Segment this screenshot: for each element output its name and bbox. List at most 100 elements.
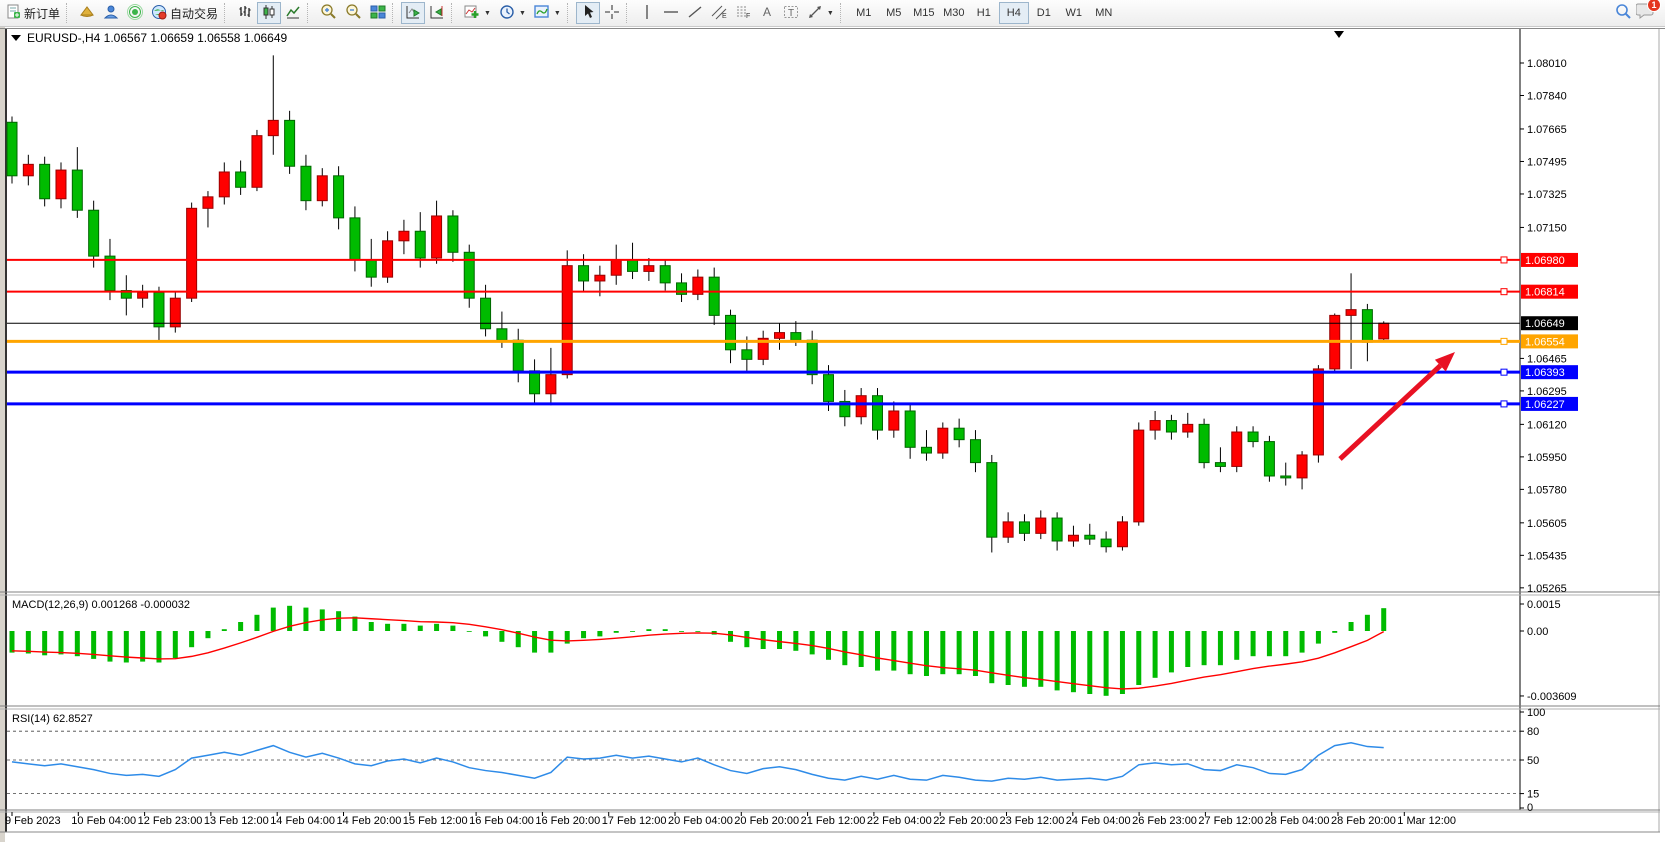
crosshair-button[interactable] [600,2,624,24]
candle-body [236,172,246,187]
timeframe-d1[interactable]: D1 [1029,2,1059,24]
macd-bar [1251,631,1256,656]
toolbar-separator [307,3,312,23]
new-order-button[interactable]: 新订单 [2,2,64,24]
text-label-button[interactable]: T [779,2,803,24]
timeframe-mn[interactable]: MN [1089,2,1119,24]
timeframe-w1[interactable]: W1 [1059,2,1089,24]
auto-scroll-button[interactable] [401,2,425,24]
macd-bar [744,631,749,647]
search-button[interactable] [1611,2,1636,24]
candle-body [954,428,964,439]
chart-shift-button[interactable] [425,2,449,24]
fibonacci-button[interactable]: F [731,2,755,24]
time-label: 12 Feb 23:00 [138,815,203,827]
macd-bar [1006,631,1011,685]
notifications-button[interactable]: 1 [1636,2,1655,24]
alerts-button[interactable] [123,2,147,24]
price-badge-label: 1.06227 [1525,399,1565,411]
candle-body [856,396,866,417]
line-chart-button[interactable] [281,2,305,24]
candle-body [1232,432,1242,466]
horizontal-line-button[interactable] [659,2,683,24]
candle-body [938,428,948,453]
line-handle[interactable] [1501,257,1507,263]
timeframe-m30[interactable]: M30 [939,2,969,24]
equidistant-channel-button[interactable]: E [707,2,731,24]
profiles-button[interactable] [75,2,99,24]
svg-text:A: A [763,5,771,19]
community-button[interactable] [99,2,123,24]
macd-bar [581,631,586,638]
timeframe-h4[interactable]: H4 [999,2,1029,24]
rsi-label: RSI(14) 62.8527 [12,713,93,725]
templates-button[interactable]: ▼ [530,2,565,24]
chart-canvas[interactable]: 1.069801.068141.066491.065541.063931.062… [0,0,1665,842]
cursor-button[interactable] [576,2,600,24]
macd-bar [107,631,112,662]
candle-body [317,176,327,201]
price-tick-label: 1.07665 [1527,124,1567,136]
time-label: 14 Feb 20:00 [337,815,402,827]
horizontal-line-icon [663,5,679,22]
macd-bar [303,608,308,631]
periods-button[interactable]: ▼ [495,2,530,24]
candle-body [252,136,262,188]
auto-scroll-icon [405,4,421,23]
bar-chart-button[interactable] [233,2,257,24]
candle-body [987,463,997,538]
macd-bar [842,631,847,665]
timeframe-m15[interactable]: M15 [909,2,939,24]
timeframe-m5[interactable]: M5 [879,2,909,24]
candle-body [970,440,980,463]
toolbar-separator [66,3,71,23]
line-handle[interactable] [1501,289,1507,295]
candle-body [1052,518,1062,541]
candle-body [1281,476,1291,478]
macd-bar [271,608,276,631]
candle-body [7,122,17,176]
macd-bar [532,631,537,653]
macd-bar [58,631,63,654]
price-tick-label: 1.05780 [1527,484,1567,496]
line-handle[interactable] [1501,338,1507,344]
text-icon: A [760,4,774,23]
indicators-button[interactable]: ▼ [460,2,495,24]
text-button[interactable]: A [755,2,779,24]
candlestick-chart-button[interactable] [257,2,281,24]
candle-body [1199,424,1209,462]
macd-bar [728,631,733,642]
svg-text:F: F [746,13,750,20]
line-handle[interactable] [1501,369,1507,375]
time-label: 22 Feb 04:00 [867,815,932,827]
line-handle[interactable] [1501,401,1507,407]
price-tick-label: 1.07150 [1527,222,1567,234]
text-label-icon: T [783,4,799,23]
rsi-tick-label: 80 [1527,726,1539,738]
zoom-out-button[interactable] [341,2,366,24]
macd-bar [1316,631,1321,644]
candle-body [72,170,82,210]
candle-body [1117,522,1127,547]
candle-body [889,411,899,430]
auto-trading-button[interactable]: 自动交易 [147,2,222,24]
macd-bar [630,631,635,632]
tile-windows-button[interactable] [366,2,390,24]
macd-bar [467,631,472,632]
price-badge-label: 1.06554 [1525,336,1565,348]
macd-bar [385,624,390,631]
macd-bar [434,624,439,631]
macd-bar [1087,631,1092,694]
macd-bar [450,626,455,631]
macd-bar [679,631,684,632]
macd-bar [418,626,423,631]
dropdown-caret-icon: ▼ [484,10,491,17]
macd-bar [336,611,341,631]
macd-bar [1349,622,1354,631]
zoom-in-button[interactable] [316,2,341,24]
vertical-line-button[interactable] [635,2,659,24]
timeframe-h1[interactable]: H1 [969,2,999,24]
trendline-button[interactable] [683,2,707,24]
arrows-tool-button[interactable]: ▼ [803,2,838,24]
timeframe-m1[interactable]: M1 [849,2,879,24]
